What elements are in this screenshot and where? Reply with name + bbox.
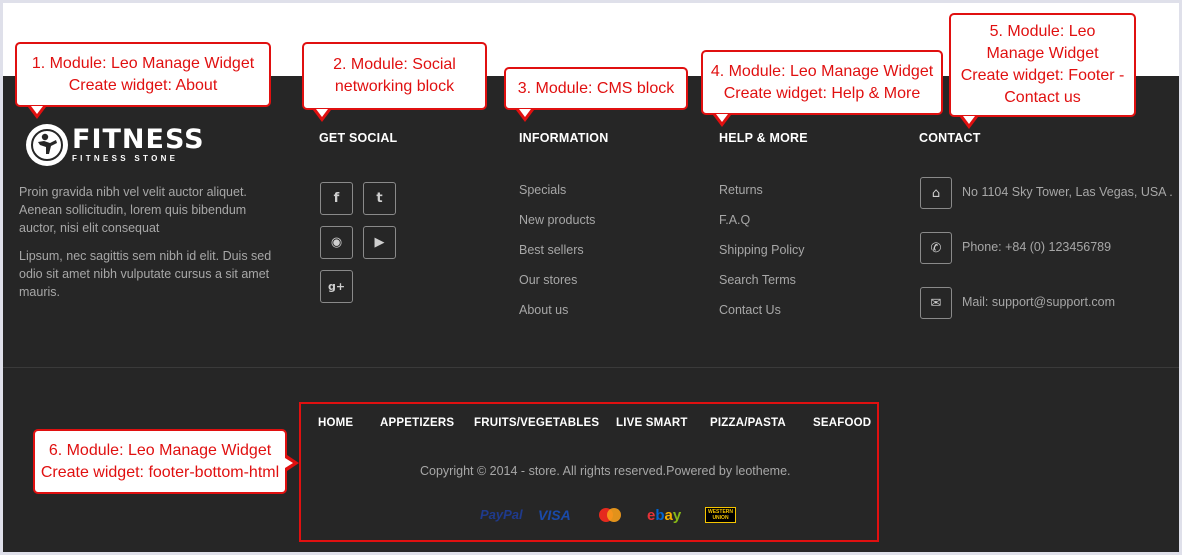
- youtube-icon[interactable]: ▶: [363, 226, 396, 259]
- annotation-about-widget: 1. Module: Leo Manage Widget Create widg…: [15, 42, 271, 107]
- link-about-us[interactable]: About us: [519, 303, 568, 317]
- annotation-help-widget: 4. Module: Leo Manage Widget Create widg…: [701, 50, 943, 115]
- link-shipping-policy[interactable]: Shipping Policy: [719, 243, 804, 257]
- annotation-footer-bottom-widget: 6. Module: Leo Manage Widget Create widg…: [33, 429, 287, 494]
- footer-bottom-highlight: [299, 402, 879, 542]
- google-plus-icon[interactable]: g+: [320, 270, 353, 303]
- annotation-tail: [285, 455, 299, 471]
- rss-icon[interactable]: ◉: [320, 226, 353, 259]
- logo-subtitle: FITNESS STONE: [72, 154, 179, 163]
- twitter-icon[interactable]: t: [363, 182, 396, 215]
- logo-title: FITNESS: [72, 124, 205, 155]
- contact-address: No 1104 Sky Tower, Las Vegas, USA .: [962, 185, 1173, 199]
- link-new-products[interactable]: New products: [519, 213, 595, 227]
- link-our-stores[interactable]: Our stores: [519, 273, 577, 287]
- mail-icon: ✉: [920, 287, 952, 319]
- site-logo[interactable]: FITNESS FITNESS STONE: [26, 124, 205, 166]
- contact-mail[interactable]: Mail: support@support.com: [962, 295, 1115, 309]
- facebook-icon[interactable]: f: [320, 182, 353, 215]
- athlete-logo-icon: [26, 124, 68, 166]
- information-title: INFORMATION: [519, 131, 609, 145]
- phone-icon: ✆: [920, 232, 952, 264]
- annotation-tail: [28, 106, 46, 119]
- help-title: HELP & MORE: [719, 131, 808, 145]
- link-best-sellers[interactable]: Best sellers: [519, 243, 584, 257]
- annotation-contact-widget: 5. Module: Leo Manage Widget Create widg…: [949, 13, 1136, 117]
- social-title: GET SOCIAL: [319, 131, 398, 145]
- annotation-social-block: 2. Module: Social networking block: [302, 42, 487, 110]
- link-returns[interactable]: Returns: [719, 183, 763, 197]
- annotation-tail: [516, 109, 534, 122]
- link-contact-us[interactable]: Contact Us: [719, 303, 781, 317]
- annotation-tail: [960, 116, 978, 129]
- annotation-cms-block: 3. Module: CMS block: [504, 67, 688, 110]
- link-faq[interactable]: F.A.Q: [719, 213, 750, 227]
- about-paragraph-1: Proin gravida nibh vel velit auctor aliq…: [19, 185, 247, 235]
- home-icon: ⌂: [920, 177, 952, 209]
- annotation-tail: [713, 114, 731, 127]
- annotation-tail: [313, 109, 331, 122]
- about-paragraph-2: Lipsum, nec sagittis sem nibh id elit. D…: [19, 249, 272, 299]
- contact-title: CONTACT: [919, 131, 981, 145]
- link-search-terms[interactable]: Search Terms: [719, 273, 796, 287]
- contact-phone: Phone: +84 (0) 123456789: [962, 240, 1112, 254]
- link-specials[interactable]: Specials: [519, 183, 566, 197]
